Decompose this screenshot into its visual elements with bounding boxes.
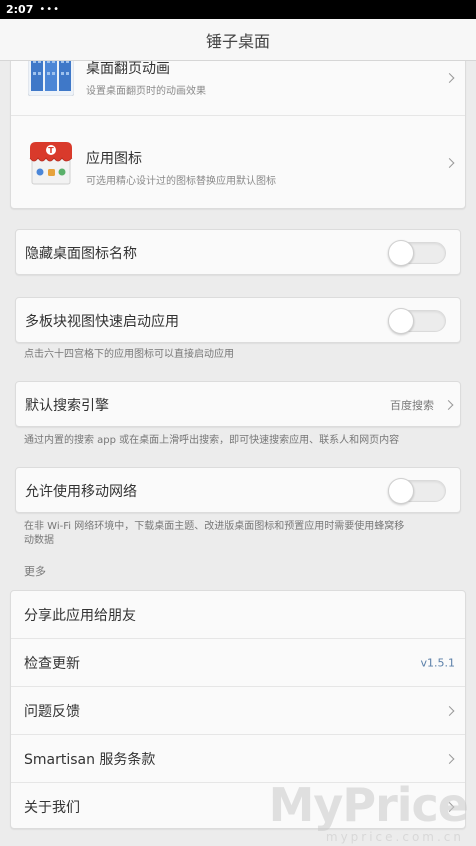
settings-content[interactable]: 桌面翻页动画 设置桌面翻页时的动画效果 T 应用图标 可选用精心设计过的图标替换… xyxy=(0,61,476,846)
status-time: 2:07 xyxy=(6,3,34,16)
more-section-header: 更多 xyxy=(24,565,46,578)
toggle-knob xyxy=(388,308,414,334)
search-engine-label: 默认搜索引擎 xyxy=(25,398,109,414)
share-app-label: 分享此应用给朋友 xyxy=(24,607,136,624)
app-store-icon: T xyxy=(28,140,74,186)
hide-names-label: 隐藏桌面图标名称 xyxy=(25,246,137,262)
toggle-knob xyxy=(388,240,414,266)
feedback-row[interactable]: 问题反馈 xyxy=(11,687,465,734)
page-turn-row[interactable]: 桌面翻页动画 设置桌面翻页时的动画效果 xyxy=(11,61,465,114)
hide-names-card: 隐藏桌面图标名称 xyxy=(15,229,461,275)
title-bar: 锤子桌面 xyxy=(0,19,476,61)
more-list-card: 分享此应用给朋友 检查更新 v1.5.1 问题反馈 Smartisan 服务条款… xyxy=(10,590,466,829)
mobile-network-card: 允许使用移动网络 xyxy=(15,467,461,513)
svg-text:T: T xyxy=(48,146,54,155)
search-engine-row[interactable]: 默认搜索引擎 百度搜索 xyxy=(16,382,460,428)
toggle-knob xyxy=(388,478,414,504)
mobile-network-label: 允许使用移动网络 xyxy=(25,484,137,500)
chevron-right-icon xyxy=(444,73,455,83)
chevron-right-icon xyxy=(444,753,455,764)
chevron-right-icon xyxy=(444,158,455,168)
chevron-right-icon xyxy=(443,400,454,410)
check-update-label: 检查更新 xyxy=(24,655,80,672)
app-icons-subtitle: 可选用精心设计过的图标替换应用默认图标 xyxy=(86,176,276,187)
appearance-card: 桌面翻页动画 设置桌面翻页时的动画效果 T 应用图标 可选用精心设计过的图标替换… xyxy=(10,61,466,209)
hide-names-row[interactable]: 隐藏桌面图标名称 xyxy=(16,230,460,276)
page-turn-title: 桌面翻页动画 xyxy=(86,61,170,77)
multi-block-note: 点击六十四宫格下的应用图标可以直接启动应用 xyxy=(24,349,234,360)
multi-block-row[interactable]: 多板块视图快速启动应用 xyxy=(16,298,460,344)
multi-block-label: 多板块视图快速启动应用 xyxy=(25,314,179,330)
search-engine-card: 默认搜索引擎 百度搜索 xyxy=(15,381,461,427)
terms-row[interactable]: Smartisan 服务条款 xyxy=(11,735,465,782)
multi-block-card: 多板块视图快速启动应用 xyxy=(15,297,461,343)
version-text: v1.5.1 xyxy=(420,656,456,669)
status-more-icon: ••• xyxy=(39,4,61,15)
share-app-row[interactable]: 分享此应用给朋友 xyxy=(11,591,465,638)
mobile-network-note-line1: 在非 Wi-Fi 网络环境中，下载桌面主题、改进版桌面图标和预置应用时需要使用蜂… xyxy=(24,521,405,532)
about-row[interactable]: 关于我们 xyxy=(11,783,465,830)
search-engine-note: 通过内置的搜索 app 或在桌面上滑呼出搜索，即可快速搜索应用、联系人和网页内容 xyxy=(24,435,400,446)
page-title: 锤子桌面 xyxy=(205,31,270,51)
chevron-right-icon xyxy=(444,705,455,716)
check-update-row[interactable]: 检查更新 v1.5.1 xyxy=(11,639,465,686)
search-engine-value: 百度搜索 xyxy=(390,399,434,412)
page-turn-icon xyxy=(27,61,75,97)
hide-names-toggle[interactable] xyxy=(388,240,446,266)
terms-label: Smartisan 服务条款 xyxy=(24,751,156,768)
page-turn-subtitle: 设置桌面翻页时的动画效果 xyxy=(86,86,206,97)
multi-block-toggle[interactable] xyxy=(388,308,446,334)
app-icons-title: 应用图标 xyxy=(86,151,142,167)
feedback-label: 问题反馈 xyxy=(24,703,80,720)
chevron-right-icon xyxy=(444,801,455,812)
mobile-network-note-line2: 动数据 xyxy=(24,535,54,546)
mobile-network-row[interactable]: 允许使用移动网络 xyxy=(16,468,460,514)
mobile-network-note: 在非 Wi-Fi 网络环境中，下载桌面主题、改进版桌面图标和预置应用时需要使用蜂… xyxy=(24,520,404,548)
app-icons-row[interactable]: T 应用图标 可选用精心设计过的图标替换应用默认图标 xyxy=(11,116,465,210)
mobile-network-toggle[interactable] xyxy=(388,478,446,504)
status-bar: 2:07 ••• xyxy=(0,0,476,19)
about-label: 关于我们 xyxy=(24,799,80,816)
